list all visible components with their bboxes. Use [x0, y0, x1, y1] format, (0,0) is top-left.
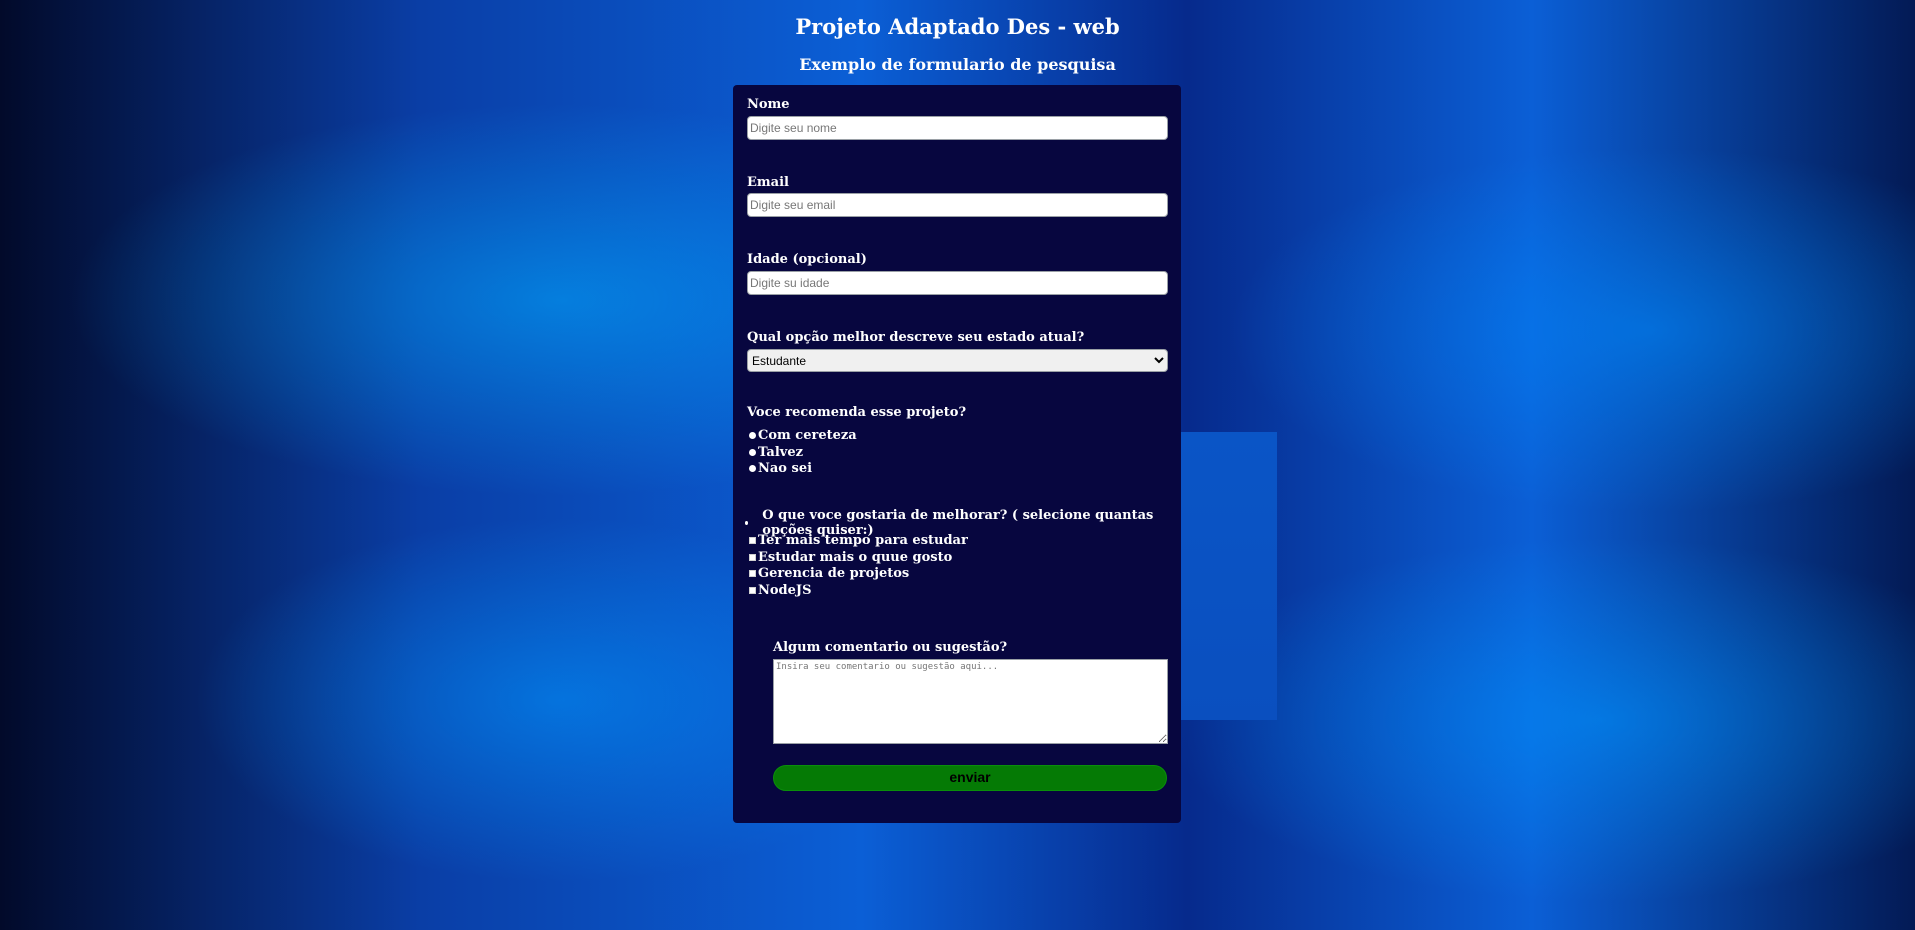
comentario-label: Algum comentario ou sugestão? — [773, 640, 1008, 655]
bullet-icon — [745, 521, 749, 525]
radio-button[interactable] — [749, 464, 756, 472]
page-subtitle: Exemplo de formulario de pesquisa — [799, 55, 1116, 74]
recomenda-option-2[interactable]: Talvez — [749, 444, 803, 460]
estado-select[interactable]: Estudante — [747, 349, 1168, 372]
estado-label: Qual opção melhor descreve seu estado at… — [747, 330, 1085, 345]
radio-label: Talvez — [758, 444, 803, 460]
idade-label: Idade (opcional) — [747, 252, 867, 267]
survey-form: Nome Email Idade (opcional) Qual opção m… — [733, 85, 1181, 823]
background-panel — [1180, 432, 1277, 720]
checkbox-label: Ter mais tempo para estudar — [758, 532, 968, 548]
nome-input[interactable] — [747, 116, 1168, 140]
comentario-textarea[interactable] — [773, 659, 1168, 744]
checkbox[interactable] — [749, 536, 756, 544]
nome-label: Nome — [747, 97, 790, 112]
melhorar-option-1[interactable]: Ter mais tempo para estudar — [749, 532, 968, 548]
radio-button[interactable] — [749, 431, 756, 439]
recomenda-label: Voce recomenda esse projeto? — [747, 405, 967, 420]
melhorar-option-3[interactable]: Gerencia de projetos — [749, 565, 909, 581]
melhorar-option-4[interactable]: NodeJS — [749, 582, 811, 598]
radio-button[interactable] — [749, 448, 756, 456]
email-label: Email — [747, 175, 789, 190]
checkbox[interactable] — [749, 569, 756, 577]
melhorar-option-2[interactable]: Estudar mais o quue gosto — [749, 549, 952, 565]
radio-label: Nao sei — [758, 460, 813, 476]
recomenda-option-1[interactable]: Com cereteza — [749, 427, 857, 443]
checkbox-label: Estudar mais o quue gosto — [758, 549, 953, 565]
page-header: Projeto Adaptado Des - web Exemplo de fo… — [0, 14, 1915, 74]
checkbox-label: NodeJS — [758, 582, 812, 598]
radio-label: Com cereteza — [758, 427, 857, 443]
checkbox[interactable] — [749, 586, 756, 594]
idade-input[interactable] — [747, 271, 1168, 295]
recomenda-option-3[interactable]: Nao sei — [749, 460, 812, 476]
page-title: Projeto Adaptado Des - web — [795, 14, 1120, 39]
checkbox-label: Gerencia de projetos — [758, 565, 910, 581]
email-input[interactable] — [747, 193, 1168, 217]
checkbox[interactable] — [749, 553, 756, 561]
enviar-button[interactable]: enviar — [773, 765, 1167, 791]
